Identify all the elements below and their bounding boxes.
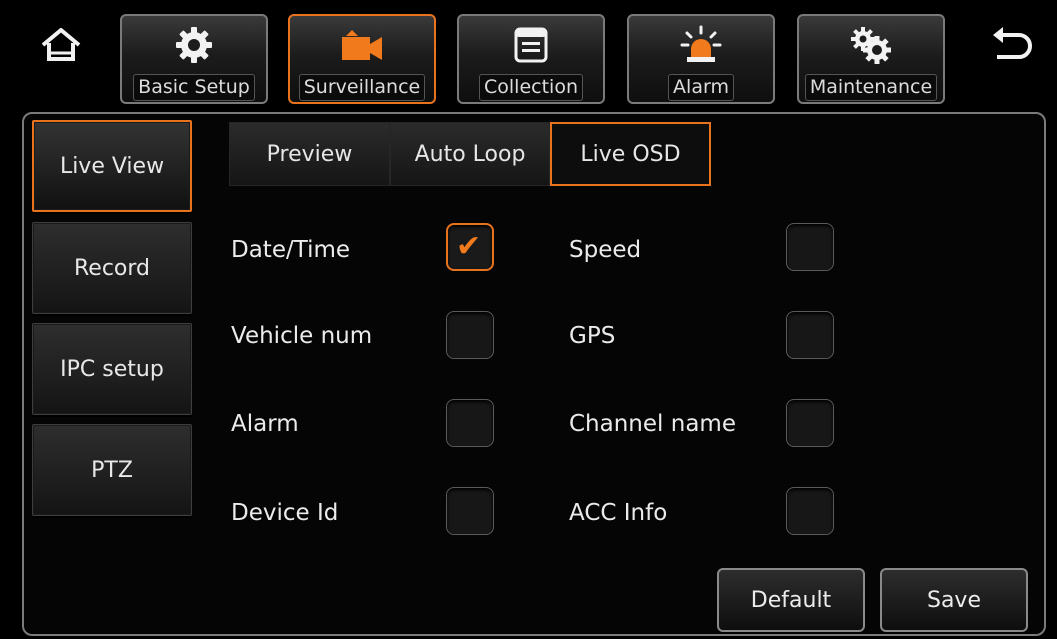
nav-maintenance[interactable]: Maintenance [797, 14, 945, 104]
sidebar-item-label: Live View [59, 153, 165, 179]
camera-icon [342, 30, 382, 60]
option-label-channel-name: Channel name [569, 411, 736, 437]
tab-label: Preview [266, 141, 353, 167]
channel-name-checkbox[interactable] [786, 399, 834, 447]
nav-collection[interactable]: Collection [457, 14, 605, 104]
home-button[interactable] [36, 20, 86, 70]
sidebar-item-record[interactable]: Record [32, 222, 192, 314]
nav-label: Alarm [668, 74, 734, 101]
sidebar-item-label: Record [73, 255, 150, 281]
device-id-checkbox[interactable] [446, 487, 494, 535]
option-label-gps: GPS [569, 323, 616, 349]
option-label-date-time: Date/Time [231, 237, 351, 263]
back-button[interactable] [986, 20, 1036, 70]
speed-checkbox[interactable] [786, 223, 834, 271]
nav-surveillance[interactable]: Surveillance [288, 14, 436, 104]
nav-label: Collection [479, 74, 583, 101]
sidebar-item-label: IPC setup [60, 356, 164, 382]
gears-icon [851, 27, 891, 64]
home-icon [41, 28, 81, 61]
nav-label: Basic Setup [133, 74, 255, 101]
sidebar-item-live-view[interactable]: Live View [32, 120, 192, 212]
nav-label: Surveillance [298, 74, 426, 101]
sidebar-item-label: PTZ [91, 457, 133, 483]
tab-preview[interactable]: Preview [229, 122, 390, 186]
gps-checkbox[interactable] [786, 311, 834, 359]
option-label-alarm: Alarm [231, 411, 299, 437]
alarm-light-icon [680, 25, 722, 62]
vehicle-num-checkbox[interactable] [446, 311, 494, 359]
acc-info-checkbox[interactable] [786, 487, 834, 535]
nav-label: Maintenance [804, 74, 938, 101]
option-label-vehicle-num: Vehicle num [231, 323, 373, 349]
tab-label: Live OSD [580, 141, 681, 167]
tab-label: Auto Loop [414, 141, 526, 167]
option-label-device-id: Device Id [231, 500, 339, 526]
save-button[interactable]: Save [880, 568, 1028, 632]
save-button-label: Save [926, 587, 981, 613]
tab-auto-loop[interactable]: Auto Loop [390, 122, 550, 186]
sidebar-item-ipc-setup[interactable]: IPC setup [32, 323, 192, 415]
gear-icon [176, 27, 212, 63]
tab-live-osd[interactable]: Live OSD [550, 122, 711, 186]
option-label-speed: Speed [569, 237, 642, 263]
date-time-checkbox[interactable]: ✔ [446, 223, 494, 271]
sidebar-item-ptz[interactable]: PTZ [32, 424, 192, 516]
nav-basic-setup[interactable]: Basic Setup [120, 14, 268, 104]
default-button-label: Default [750, 587, 832, 613]
option-label-acc-info: ACC Info [569, 500, 668, 526]
document-icon [514, 27, 548, 63]
alarm-checkbox[interactable] [446, 399, 494, 447]
default-button[interactable]: Default [717, 568, 865, 632]
back-arrow-icon [993, 27, 1032, 59]
checkmark-icon: ✔ [456, 229, 482, 264]
nav-alarm[interactable]: Alarm [627, 14, 775, 104]
